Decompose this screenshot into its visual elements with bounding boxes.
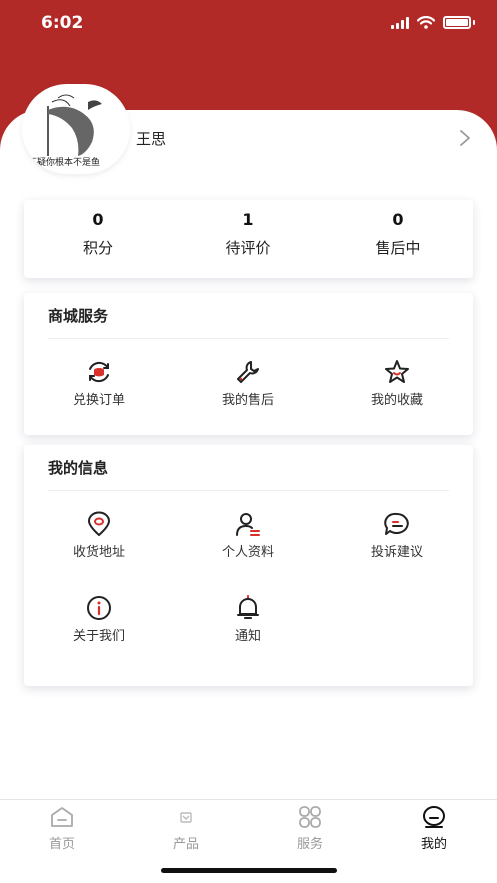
my-after-sales-item[interactable]: 我的售后 bbox=[183, 359, 313, 408]
battery-tip bbox=[473, 20, 475, 25]
stat-label: 售后中 bbox=[375, 239, 421, 257]
home-icon bbox=[51, 807, 73, 827]
stats-card: 0 积分 1 待评价 0 售后中 bbox=[24, 200, 473, 278]
profile-info-item[interactable]: 个人资料 bbox=[183, 511, 313, 560]
stat-value: 1 bbox=[242, 210, 254, 229]
tab-label: 产品 bbox=[172, 837, 199, 852]
tab-home[interactable]: 首页 bbox=[17, 805, 107, 852]
product-icon bbox=[180, 812, 192, 823]
stat-points[interactable]: 0 积分 bbox=[38, 210, 158, 258]
tab-label: 服务 bbox=[296, 837, 323, 852]
profile-info-label: 个人资料 bbox=[221, 545, 274, 560]
star-icon bbox=[385, 360, 409, 383]
stat-label: 积分 bbox=[82, 239, 113, 257]
bell-icon bbox=[237, 595, 259, 619]
wrench-icon bbox=[237, 361, 259, 383]
stat-value: 0 bbox=[92, 210, 104, 229]
status-time: 6:02 bbox=[41, 13, 84, 33]
tab-label: 首页 bbox=[48, 837, 75, 852]
divider bbox=[48, 490, 449, 491]
me-icon bbox=[423, 806, 445, 828]
section-title: 商城服务 bbox=[48, 307, 109, 325]
info-icon bbox=[87, 596, 111, 620]
tab-label: 我的 bbox=[420, 837, 447, 852]
avatar-fish-illustration bbox=[47, 94, 102, 156]
shop-services-card: 商城服务 兑换订单 我的售后 我的收藏 bbox=[24, 293, 473, 435]
stat-value: 0 bbox=[392, 210, 404, 229]
exchange-orders-icon bbox=[89, 361, 109, 383]
stat-after-sale[interactable]: 0 售后中 bbox=[338, 210, 458, 258]
stat-pending-review[interactable]: 1 待评价 bbox=[188, 210, 308, 258]
my-favorites-item[interactable]: 我的收藏 bbox=[332, 359, 462, 408]
home-indicator[interactable] bbox=[161, 868, 337, 873]
status-icons bbox=[391, 16, 475, 29]
tab-me[interactable]: 我的 bbox=[389, 805, 479, 852]
battery-icon bbox=[443, 16, 471, 29]
status-bar: 6:02 bbox=[0, 0, 497, 48]
tab-products[interactable]: 产品 bbox=[141, 805, 231, 852]
notifications-item[interactable]: 通知 bbox=[183, 595, 313, 644]
complaints-label: 投诉建议 bbox=[370, 545, 423, 560]
chevron-right-icon[interactable] bbox=[458, 130, 472, 146]
avatar-caption: 不疑你根本不是鱼 bbox=[28, 158, 101, 168]
my-favorites-label: 我的收藏 bbox=[370, 393, 423, 408]
about-us-label: 关于我们 bbox=[72, 629, 125, 644]
exchange-orders-label: 兑换订单 bbox=[72, 393, 125, 408]
shipping-address-item[interactable]: 收货地址 bbox=[34, 511, 164, 560]
exchange-orders-item[interactable]: 兑换订单 bbox=[34, 359, 164, 408]
chat-bubble-icon bbox=[384, 512, 409, 535]
section-title: 我的信息 bbox=[48, 459, 109, 477]
complaints-item[interactable]: 投诉建议 bbox=[332, 511, 462, 560]
services-grid-icon bbox=[299, 806, 321, 828]
shipping-address-label: 收货地址 bbox=[72, 545, 125, 560]
wifi-icon bbox=[417, 16, 435, 29]
about-us-item[interactable]: 关于我们 bbox=[34, 595, 164, 644]
tab-services[interactable]: 服务 bbox=[265, 805, 355, 852]
my-after-sales-label: 我的售后 bbox=[221, 393, 274, 408]
signal-icon bbox=[391, 16, 409, 29]
location-icon bbox=[88, 511, 110, 536]
stat-label: 待评价 bbox=[225, 239, 271, 257]
divider bbox=[48, 338, 449, 339]
username[interactable]: 王思 bbox=[136, 128, 166, 149]
notifications-label: 通知 bbox=[234, 629, 261, 644]
my-info-card: 我的信息 收货地址 个人资料 投诉建议 关于我们 通知 bbox=[24, 445, 473, 686]
user-profile-icon bbox=[236, 513, 260, 536]
avatar[interactable]: 不疑你根本不是鱼 bbox=[22, 84, 130, 174]
